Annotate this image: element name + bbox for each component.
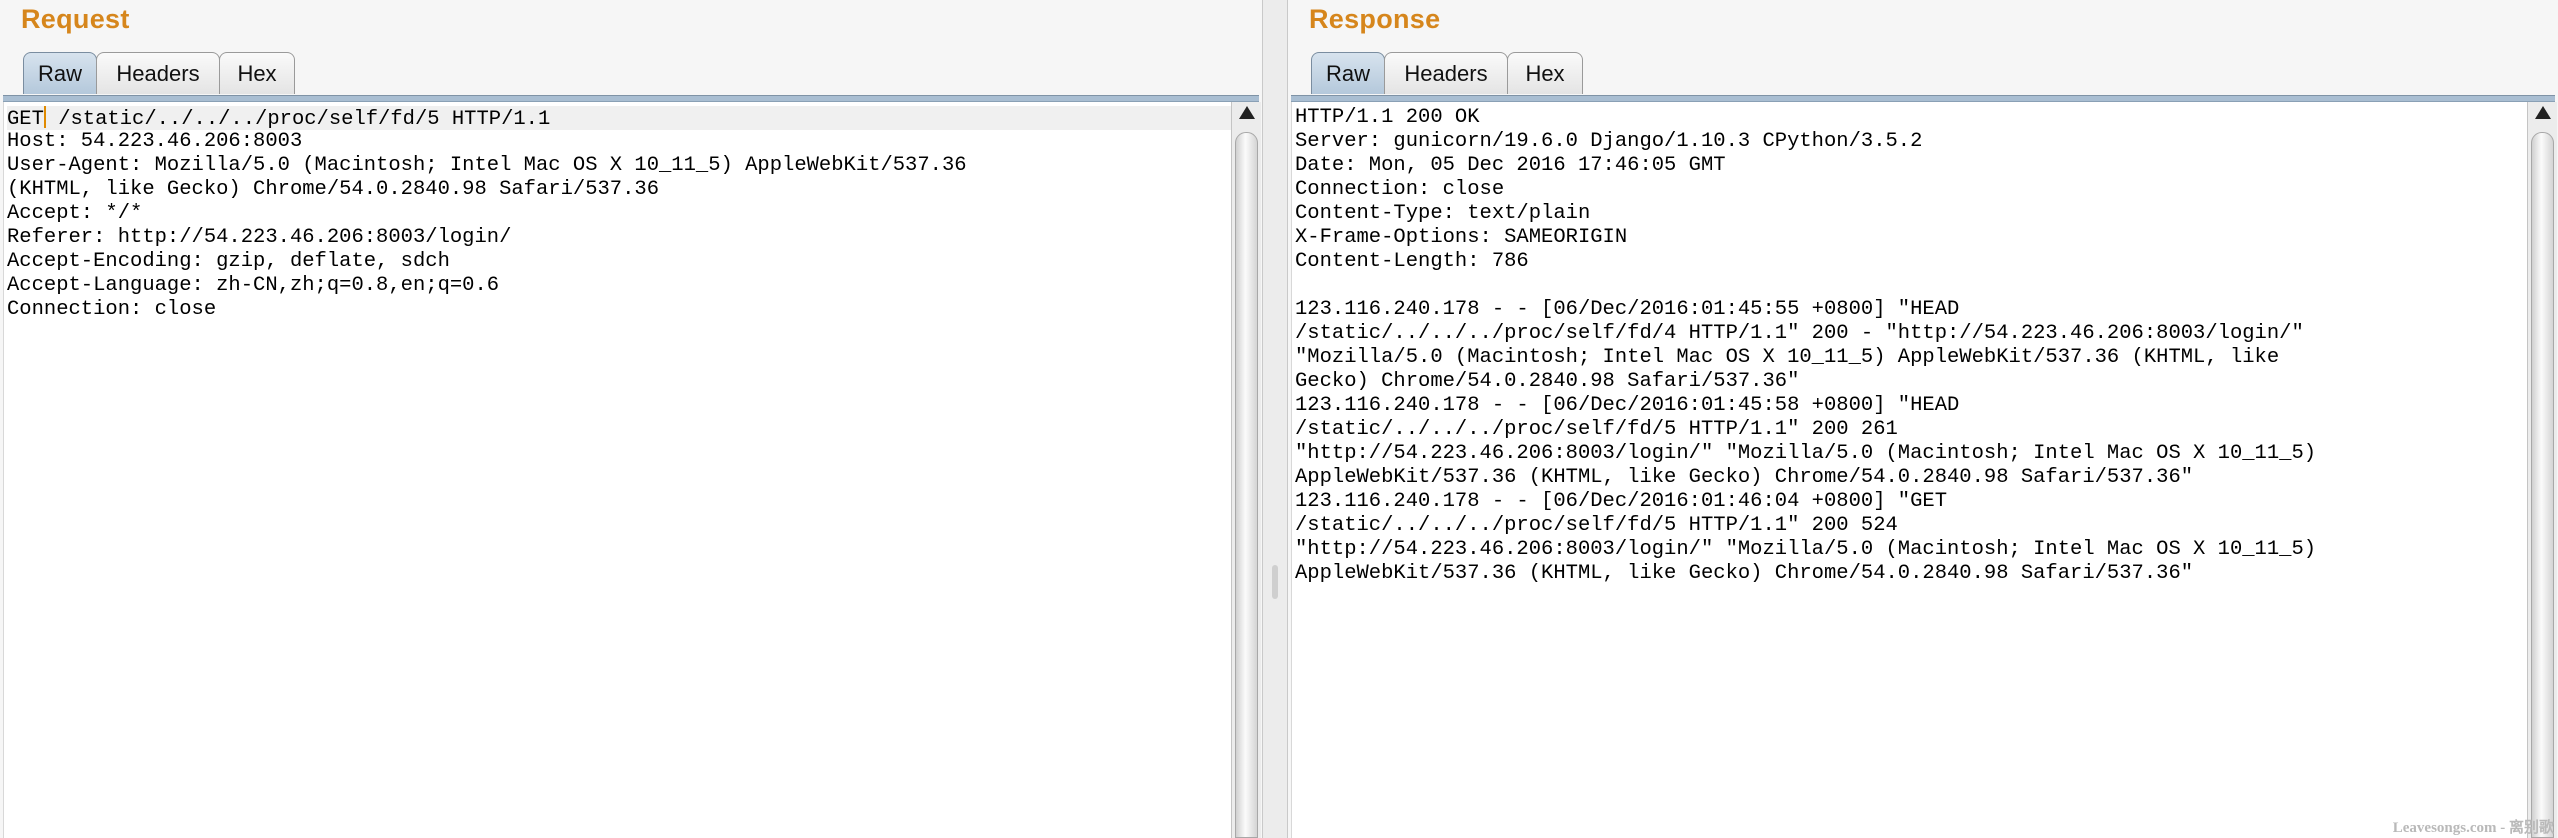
request-header-line: User-Agent: Mozilla/5.0 (Macintosh; Inte… [7,154,967,177]
request-header-line: Referer: http://54.223.46.206:8003/login… [7,226,512,249]
watermark: Leavesongs.com - 离别歌 [2392,820,2554,836]
request-scrollbar[interactable] [1231,102,1261,838]
pane-splitter[interactable] [1262,0,1288,838]
request-tab-hex[interactable]: Hex [219,52,295,94]
response-line: /static/../../../proc/self/fd/5 HTTP/1.1… [1295,418,1898,441]
request-header-line: Accept: */* [7,202,143,225]
request-header-line: Accept-Encoding: gzip, deflate, sdch [7,250,450,273]
scroll-up-arrow-icon[interactable] [2535,106,2551,119]
response-line: Gecko) Chrome/54.0.2840.98 Safari/537.36… [1295,370,1800,393]
response-editor[interactable]: HTTP/1.1 200 OK Server: gunicorn/19.6.0 D… [1291,102,2528,838]
response-pane: Response Raw Headers Hex HTTP/1.1 200 OK… [1288,0,2558,838]
request-tabs: Raw Headers Hex [23,52,295,96]
response-line [1295,274,2528,298]
request-header-line: Host: 54.223.46.206:8003 [7,130,303,153]
response-line: X-Frame-Options: SAMEORIGIN [1295,226,1628,249]
response-line: Content-Length: 786 [1295,250,1529,273]
response-line: AppleWebKit/537.36 (KHTML, like Gecko) C… [1295,562,2194,585]
response-line: /static/../../../proc/self/fd/5 HTTP/1.1… [1295,514,1898,537]
response-line: AppleWebKit/537.36 (KHTML, like Gecko) C… [1295,466,2194,489]
request-tab-raw[interactable]: Raw [23,52,97,94]
request-title: Request [21,4,130,34]
response-line: Date: Mon, 05 Dec 2016 17:46:05 GMT [1295,154,1726,177]
request-header-line: Connection: close [7,298,217,321]
request-raw-text[interactable]: GET /static/../../../proc/self/fd/5 HTTP… [4,102,1232,322]
http-message-viewer: Request Raw Headers Hex GET /static/../.… [0,0,2558,838]
request-header-line: (KHTML, like Gecko) Chrome/54.0.2840.98 … [7,178,660,201]
scroll-up-arrow-icon[interactable] [1239,106,1255,119]
response-line: 123.116.240.178 - - [06/Dec/2016:01:45:5… [1295,394,1960,417]
response-line: Server: gunicorn/19.6.0 Django/1.10.3 CP… [1295,130,1923,153]
response-line: Connection: close [1295,178,1505,201]
response-tabs: Raw Headers Hex [1311,52,1583,96]
response-scroll-thumb[interactable] [2531,132,2554,838]
response-title: Response [1309,4,1441,34]
request-header-line: Accept-Language: zh-CN,zh;q=0.8,en;q=0.6 [7,274,500,297]
request-pane: Request Raw Headers Hex GET /static/../.… [0,0,1262,838]
response-line: "Mozilla/5.0 (Macintosh; Intel Mac OS X … [1295,346,2280,369]
response-tab-hex[interactable]: Hex [1507,52,1583,94]
request-line: GET /static/../../../proc/self/fd/5 HTTP… [7,106,1232,131]
request-tab-headers[interactable]: Headers [96,52,220,94]
response-line: /static/../../../proc/self/fd/4 HTTP/1.1… [1295,322,2304,345]
response-status-line: HTTP/1.1 200 OK [1295,106,1480,129]
response-tab-raw[interactable]: Raw [1311,52,1385,94]
response-line: 123.116.240.178 - - [06/Dec/2016:01:45:5… [1295,298,1960,321]
response-line: 123.116.240.178 - - [06/Dec/2016:01:46:0… [1295,490,1948,513]
response-tab-headers[interactable]: Headers [1384,52,1508,94]
splitter-grip-icon[interactable] [1272,565,1278,599]
response-line: "http://54.223.46.206:8003/login/" "Mozi… [1295,538,2317,561]
request-line-rest: /static/../../../proc/self/fd/5 HTTP/1.1 [45,108,551,131]
response-tab-divider [1291,95,2555,102]
request-scroll-thumb[interactable] [1235,132,1258,838]
response-line: Content-Type: text/plain [1295,202,1591,225]
response-line: "http://54.223.46.206:8003/login/" "Mozi… [1295,442,2317,465]
request-method: GET [7,108,44,131]
request-tab-divider [3,95,1259,102]
request-editor[interactable]: GET /static/../../../proc/self/fd/5 HTTP… [3,102,1232,838]
response-scrollbar[interactable] [2527,102,2557,838]
response-raw-text[interactable]: HTTP/1.1 200 OK Server: gunicorn/19.6.0 D… [1292,102,2528,586]
